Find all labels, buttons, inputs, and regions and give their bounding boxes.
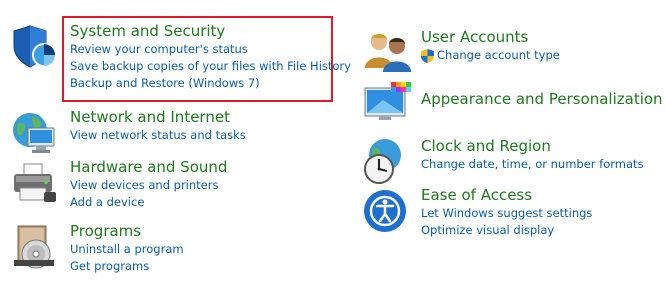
suggest-settings-link[interactable]: Let Windows suggest settings <box>421 205 592 222</box>
monitor-palette-icon <box>363 80 413 130</box>
change-account-type-link[interactable]: Change account type <box>421 47 560 64</box>
network-status-link[interactable]: View network status and tasks <box>70 127 246 144</box>
uninstall-program-link[interactable]: Uninstall a program <box>70 241 184 258</box>
appearance-title[interactable]: Appearance and Personalization <box>421 90 663 109</box>
uac-shield-icon <box>421 48 434 63</box>
get-programs-link[interactable]: Get programs <box>70 258 184 275</box>
optimize-display-link[interactable]: Optimize visual display <box>421 222 592 239</box>
shield-icon <box>10 22 60 72</box>
users-icon <box>363 28 413 78</box>
change-account-type-label: Change account type <box>437 48 560 62</box>
system-security-title[interactable]: System and Security <box>70 22 351 41</box>
add-device-link[interactable]: Add a device <box>70 194 227 211</box>
ease-title[interactable]: Ease of Access <box>421 186 592 205</box>
file-history-link[interactable]: Save backup copies of your files with Fi… <box>70 58 351 75</box>
clock-globe-icon <box>363 137 413 187</box>
clock-title[interactable]: Clock and Region <box>421 137 644 156</box>
review-status-link[interactable]: Review your computer's status <box>70 41 351 58</box>
change-formats-link[interactable]: Change date, time, or number formats <box>421 156 644 173</box>
programs-title[interactable]: Programs <box>70 222 184 241</box>
network-title[interactable]: Network and Internet <box>70 108 246 127</box>
hardware-title[interactable]: Hardware and Sound <box>70 158 227 177</box>
ease-of-access-icon <box>363 186 413 236</box>
programs-disc-icon <box>10 222 60 272</box>
network-globe-icon <box>10 108 60 158</box>
printer-icon <box>10 158 60 208</box>
backup-restore-link[interactable]: Backup and Restore (Windows 7) <box>70 75 351 92</box>
user-accounts-title[interactable]: User Accounts <box>421 28 560 47</box>
devices-printers-link[interactable]: View devices and printers <box>70 177 227 194</box>
